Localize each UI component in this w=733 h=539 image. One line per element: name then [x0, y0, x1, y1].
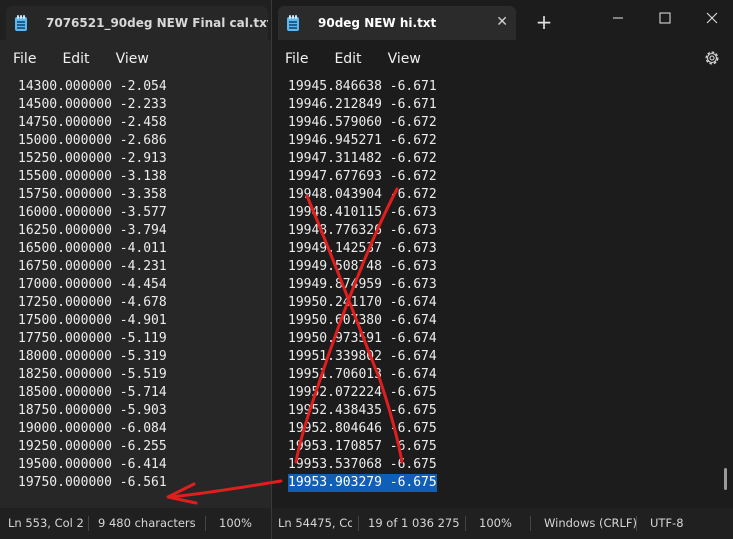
- text-line: 17750.000000 -5.119: [18, 331, 167, 346]
- status-bar: Ln 54475, Col 19 of 1 036 275 cl 100% Wi…: [272, 508, 733, 539]
- notepad-icon: [14, 15, 28, 31]
- text-line: 19750.000000 -6.561: [18, 475, 167, 490]
- text-line: 15250.000000 -2.913: [18, 151, 167, 166]
- menu-edit[interactable]: Edit: [49, 51, 102, 67]
- menu-file[interactable]: File: [0, 51, 49, 67]
- text-line: 19948.043904 -6.672: [288, 187, 437, 202]
- close-tab-icon[interactable]: ✕: [496, 14, 508, 30]
- text-line: 19953.537068 -6.675: [288, 457, 437, 472]
- text-line: 19948.776326 -6.673: [288, 223, 437, 238]
- text-line: 19952.072224 -6.675: [288, 385, 437, 400]
- text-line: 19951.339802 -6.674: [288, 349, 437, 364]
- notepad-window-right: 90deg NEW hi.txt ✕ + File Edit View 1994…: [271, 0, 733, 539]
- status-zoom[interactable]: 100%: [219, 508, 252, 539]
- tab-title: 7076521_90deg NEW Final cal.txt: [46, 16, 268, 30]
- text-line: 19946.945271 -6.672: [288, 133, 437, 148]
- text-editor[interactable]: 14300.000000 -2.054 14500.000000 -2.233 14…: [0, 78, 271, 508]
- text-line: 19946.212849 -6.671: [288, 97, 437, 112]
- text-line: 19950.973591 -6.674: [288, 331, 437, 346]
- text-line: 14750.000000 -2.458: [18, 115, 167, 130]
- status-line-ending[interactable]: Windows (CRLF): [544, 508, 637, 539]
- menu-file[interactable]: File: [272, 51, 321, 67]
- text-line: 19952.438435 -6.675: [288, 403, 437, 418]
- tab-bar: 7076521_90deg NEW Final cal.txt: [0, 0, 271, 40]
- text-line: 19000.000000 -6.084: [18, 421, 167, 436]
- text-line: 19250.000000 -6.255: [18, 439, 167, 454]
- menu-edit[interactable]: Edit: [321, 51, 374, 67]
- status-position: Ln 54475, Col: [278, 516, 352, 530]
- text-line: 17500.000000 -4.901: [18, 313, 167, 328]
- text-line: 19952.804646 -6.675: [288, 421, 437, 436]
- tab-right-file[interactable]: 90deg NEW hi.txt ✕: [278, 6, 516, 40]
- notepad-icon: [286, 15, 300, 31]
- text-line: 19949.508748 -6.673: [288, 259, 437, 274]
- text-line: 16000.000000 -3.577: [18, 205, 167, 220]
- text-line: 19948.410115 -6.673: [288, 205, 437, 220]
- text-line: 14300.000000 -2.054: [18, 79, 167, 94]
- menu-view[interactable]: View: [103, 51, 162, 67]
- close-window-icon[interactable]: [697, 6, 727, 30]
- status-encoding[interactable]: UTF-8: [650, 508, 684, 539]
- status-characters: 19 of 1 036 275 cl: [368, 516, 459, 530]
- notepad-window-left: 7076521_90deg NEW Final cal.txt File Edi…: [0, 0, 271, 539]
- text-editor[interactable]: 19945.846638 -6.671 19946.212849 -6.671 19…: [272, 78, 733, 508]
- text-line: 18000.000000 -5.319: [18, 349, 167, 364]
- selected-text-line: 19953.903279 -6.675: [288, 474, 437, 492]
- text-line: 19950.241170 -6.674: [288, 295, 437, 310]
- text-line: 18500.000000 -5.714: [18, 385, 167, 400]
- text-line: 16750.000000 -4.231: [18, 259, 167, 274]
- menu-bar: File Edit View: [0, 40, 271, 78]
- text-line: 16500.000000 -4.011: [18, 241, 167, 256]
- tab-title: 90deg NEW hi.txt: [318, 16, 437, 30]
- text-line: 15750.000000 -3.358: [18, 187, 167, 202]
- status-zoom[interactable]: 100%: [479, 508, 512, 539]
- text-line: 19945.846638 -6.671: [288, 79, 437, 94]
- text-line: 19949.874959 -6.673: [288, 277, 437, 292]
- scrollbar-thumb[interactable]: [724, 468, 727, 490]
- status-characters: 9 480 characters: [98, 516, 196, 530]
- status-bar: Ln 553, Col 20 9 480 characters 100%: [0, 508, 271, 539]
- text-line: 16250.000000 -3.794: [18, 223, 167, 238]
- text-line: 19946.579060 -6.672: [288, 115, 437, 130]
- text-line: 14500.000000 -2.233: [18, 97, 167, 112]
- text-line: 18250.000000 -5.519: [18, 367, 167, 382]
- minimize-icon[interactable]: [603, 6, 633, 30]
- text-line: 15000.000000 -2.686: [18, 133, 167, 148]
- text-line: 19949.142537 -6.673: [288, 241, 437, 256]
- text-line: 17000.000000 -4.454: [18, 277, 167, 292]
- tab-left-file[interactable]: 7076521_90deg NEW Final cal.txt: [6, 6, 268, 40]
- text-line: 18750.000000 -5.903: [18, 403, 167, 418]
- text-line: 19947.677693 -6.672: [288, 169, 437, 184]
- text-line: 15500.000000 -3.138: [18, 169, 167, 184]
- tab-bar: 90deg NEW hi.txt ✕ +: [272, 0, 733, 40]
- text-line: 19953.170857 -6.675: [288, 439, 437, 454]
- text-line: 19947.311482 -6.672: [288, 151, 437, 166]
- menu-bar: File Edit View: [272, 40, 733, 78]
- text-line: 17250.000000 -4.678: [18, 295, 167, 310]
- maximize-icon[interactable]: [650, 6, 680, 30]
- menu-view[interactable]: View: [375, 51, 434, 67]
- text-line: 19951.706013 -6.674: [288, 367, 437, 382]
- new-tab-icon[interactable]: +: [534, 10, 554, 34]
- text-line: 19950.607380 -6.674: [288, 313, 437, 328]
- text-line: 19500.000000 -6.414: [18, 457, 167, 472]
- status-position: Ln 553, Col 20: [8, 516, 83, 530]
- settings-gear-icon[interactable]: [703, 49, 721, 67]
